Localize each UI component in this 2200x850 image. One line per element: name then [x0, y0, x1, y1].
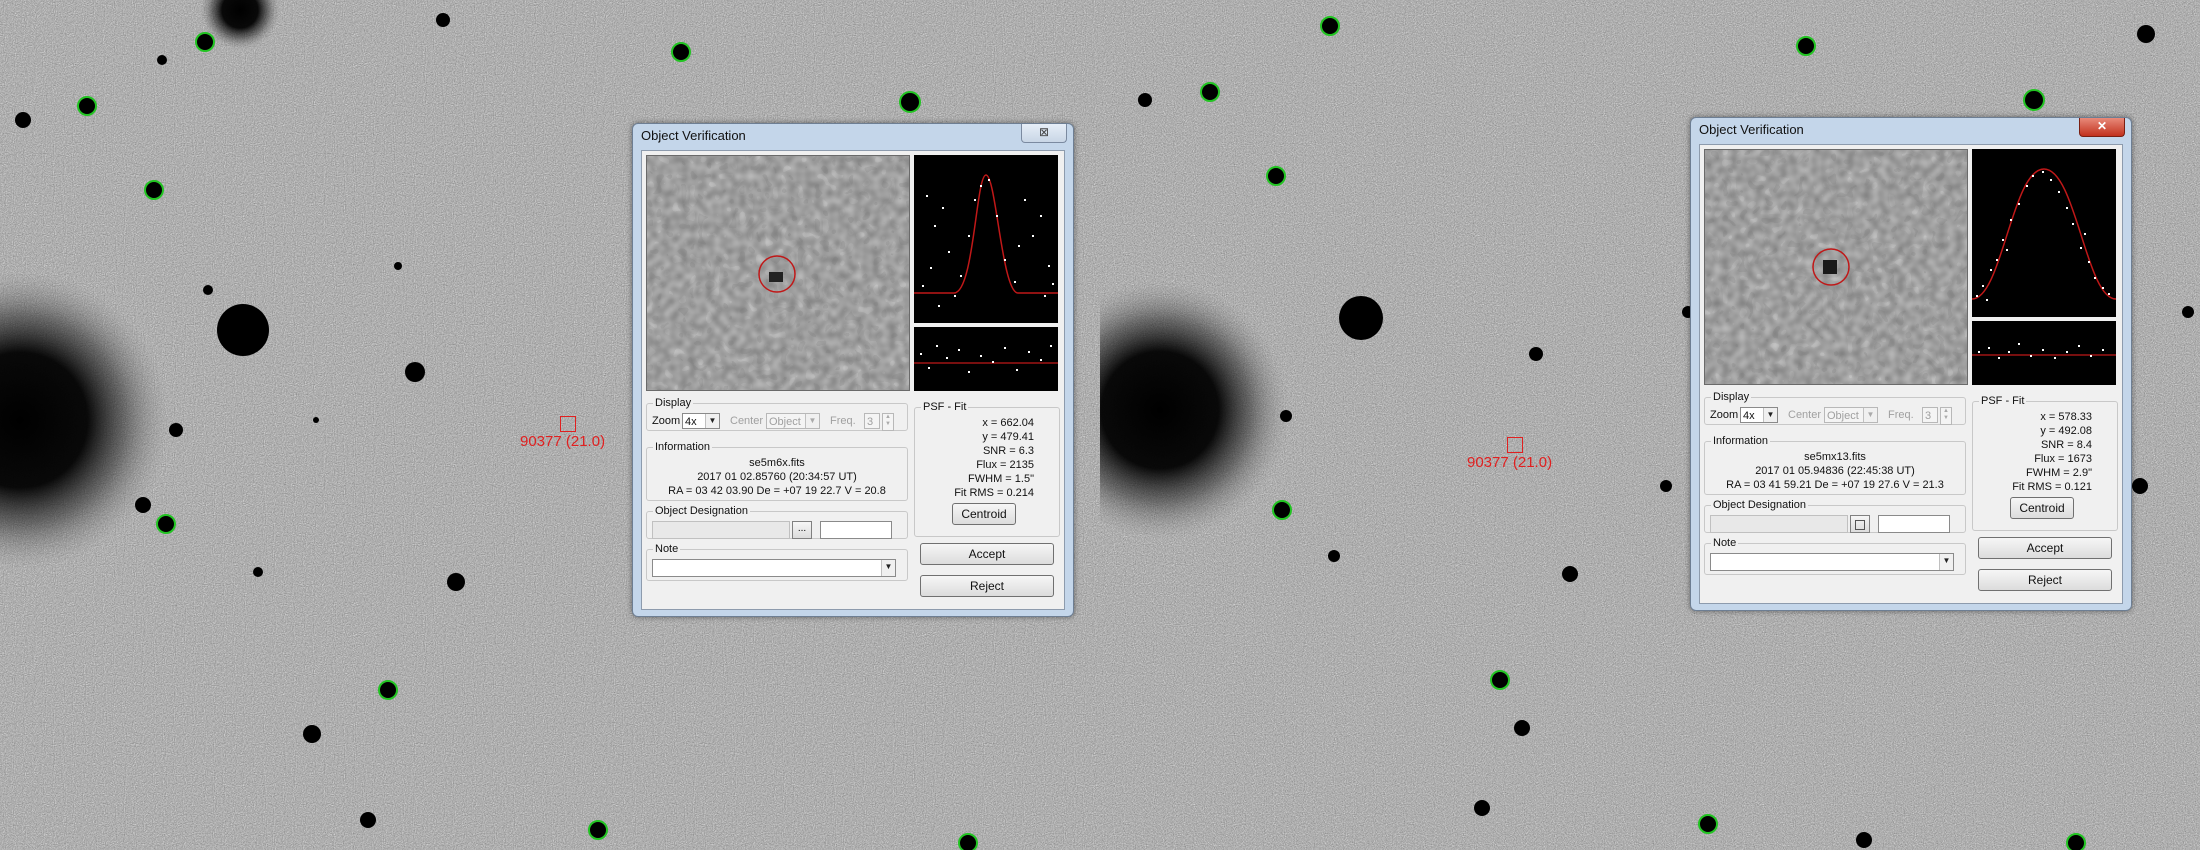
chevron-down-icon: ▼: [805, 414, 819, 428]
center-select[interactable]: Object ▼: [766, 413, 820, 429]
reject-button[interactable]: Reject: [920, 575, 1054, 597]
psf-snr: SNR = 8.4: [2040, 439, 2092, 451]
zoom-label: Zoom: [652, 415, 681, 427]
asteroid-marker-box: [1507, 437, 1523, 453]
freq-input[interactable]: 3: [864, 413, 880, 429]
stamp-pixels: [647, 156, 909, 390]
close-button[interactable]: ✕: [2079, 118, 2125, 137]
object-verification-dialog-left: Object Verification ⊠ Display Zoom 4x ▼ …: [632, 123, 1074, 617]
center-label: Center: [1788, 409, 1822, 421]
chevron-down-icon: ▼: [1863, 408, 1877, 422]
info-coordinates: RA = 03 42 03.90 De = +07 19 22.7 V = 20…: [668, 485, 886, 497]
freq-label: Freq.: [1888, 409, 1914, 421]
accept-button[interactable]: Accept: [920, 543, 1054, 565]
stamp-pixels: [1705, 150, 1967, 384]
dialog-title: Object Verification: [1699, 122, 1804, 137]
freq-spinner[interactable]: ▲ ▼: [882, 413, 894, 431]
designation-field[interactable]: [652, 521, 790, 539]
designation-browse-button[interactable]: ...: [792, 521, 812, 539]
browse-icon: [1855, 520, 1865, 530]
accept-button[interactable]: Accept: [1978, 537, 2112, 559]
zoom-select[interactable]: 4x ▼: [1740, 407, 1778, 423]
dialog-title: Object Verification: [641, 128, 746, 143]
dialog-client-area: Display Zoom 4x ▼ Center Object ▼ Freq. 3 …: [1699, 144, 2123, 604]
image-stamp[interactable]: [1704, 149, 1968, 385]
info-date: 2017 01 05.94836 (22:45:38 UT): [1755, 465, 1915, 477]
chevron-down-icon: ▼: [881, 560, 895, 576]
psf-y: y = 479.41: [982, 431, 1034, 443]
asteroid-label: 90377 (21.0): [1467, 454, 1553, 471]
psf-fwhm: FWHM = 2.9": [2026, 467, 2092, 479]
reject-button[interactable]: Reject: [1978, 569, 2112, 591]
chevron-down-icon: ▼: [1763, 408, 1777, 422]
info-coordinates: RA = 03 41 59.21 De = +07 19 27.6 V = 21…: [1726, 479, 1944, 491]
object-verification-dialog-right: Object Verification ✕ Display Zoom 4x ▼ …: [1690, 117, 2132, 611]
centroid-button[interactable]: Centroid: [2010, 497, 2074, 519]
designation-number-field[interactable]: [1878, 515, 1950, 533]
zoom-label: Zoom: [1710, 409, 1739, 421]
image-stamp[interactable]: [646, 155, 910, 391]
psf-snr: SNR = 6.3: [982, 445, 1034, 457]
close-button[interactable]: ⊠: [1021, 124, 1067, 143]
info-date: 2017 01 02.85760 (20:34:57 UT): [697, 471, 857, 483]
asteroid-label: 90377 (21.0): [520, 433, 606, 450]
psf-fit-curve: [1971, 168, 2117, 300]
freq-label: Freq.: [830, 415, 856, 427]
designation-field[interactable]: [1710, 515, 1848, 533]
designation-browse-button[interactable]: [1850, 515, 1870, 533]
chevron-down-icon: ▼: [1939, 554, 1953, 570]
designation-number-field[interactable]: [820, 521, 892, 539]
psf-x: x = 662.04: [982, 417, 1034, 429]
psf-y: y = 492.08: [2040, 425, 2092, 437]
psf-profile-plot: [914, 155, 1058, 323]
psf-residual-plot: [1972, 321, 2116, 385]
centroid-button[interactable]: Centroid: [952, 503, 1016, 525]
zoom-select[interactable]: 4x ▼: [682, 413, 720, 429]
psf-residual-plot: [914, 327, 1058, 391]
psf-fit-curve: [914, 174, 1058, 294]
freq-input[interactable]: 3: [1922, 407, 1938, 423]
asteroid-marker-box: [560, 416, 576, 432]
psf-profile-plot: [1971, 149, 2117, 317]
chevron-down-icon: ▼: [705, 414, 719, 428]
info-filename: se5m6x.fits: [749, 457, 805, 469]
info-filename: se5mx13.fits: [1804, 451, 1866, 463]
freq-spinner[interactable]: ▲ ▼: [1940, 407, 1952, 425]
note-select[interactable]: ▼: [652, 559, 896, 577]
center-label: Center: [730, 415, 764, 427]
center-select[interactable]: Object ▼: [1824, 407, 1878, 423]
psf-fwhm: FWHM = 1.5": [968, 473, 1034, 485]
psf-fit-rms: Fit RMS = 0.214: [954, 487, 1034, 499]
psf-fit-rms: Fit RMS = 0.121: [2012, 481, 2092, 493]
note-select[interactable]: ▼: [1710, 553, 1954, 571]
dialog-client-area: Display Zoom 4x ▼ Center Object ▼ Freq. 3 …: [641, 150, 1065, 610]
psf-flux: Flux = 1673: [2034, 453, 2092, 465]
psf-x: x = 578.33: [2040, 411, 2092, 423]
psf-flux: Flux = 2135: [976, 459, 1034, 471]
